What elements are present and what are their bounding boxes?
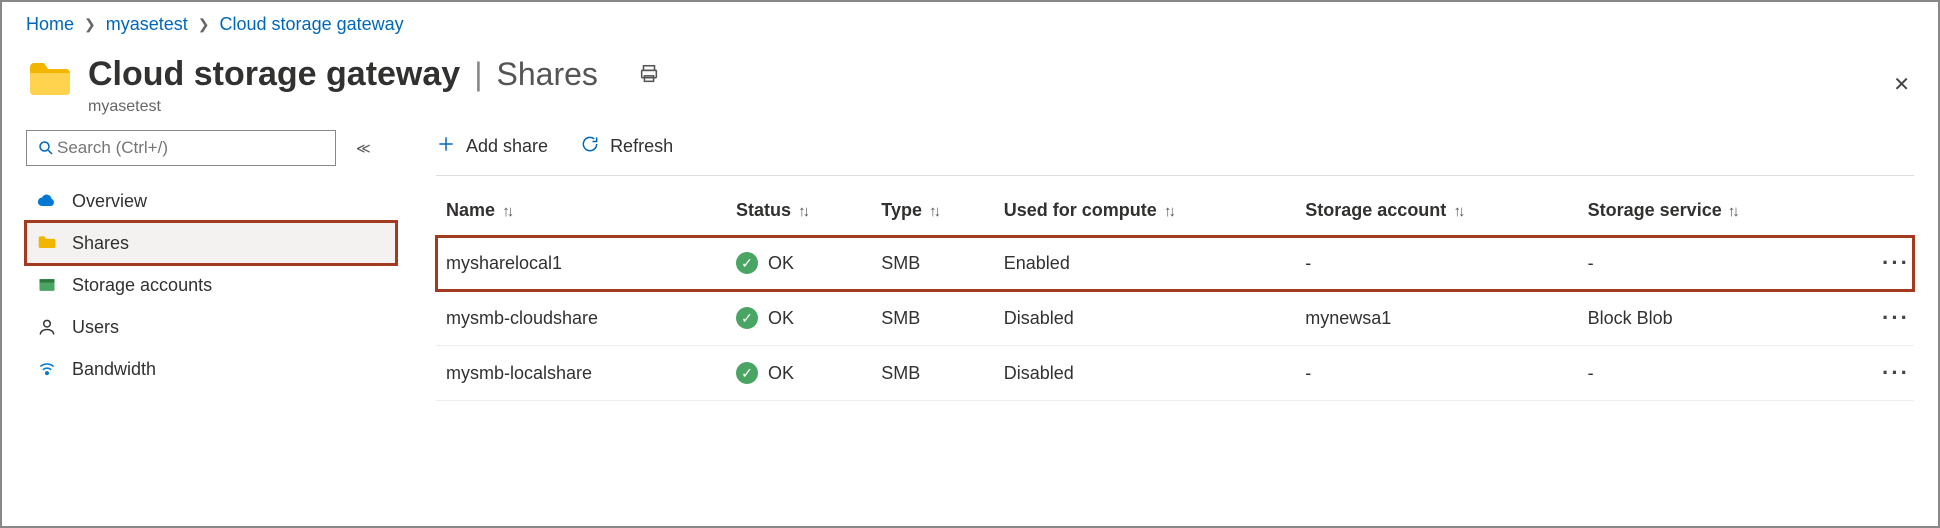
refresh-button[interactable]: Refresh <box>580 134 673 159</box>
sort-icon: ↑↓ <box>928 203 938 220</box>
cell-service: Block Blob <box>1578 291 1847 346</box>
cell-service: - <box>1578 346 1847 401</box>
page-subtitle: myasetest <box>88 98 660 116</box>
bandwidth-icon <box>36 358 58 380</box>
chevron-right-icon: ❯ <box>198 16 210 33</box>
cell-compute: Enabled <box>994 236 1296 291</box>
search-input[interactable] <box>26 130 336 166</box>
cell-account: - <box>1295 346 1577 401</box>
col-compute[interactable]: Used for compute ↑↓ <box>994 186 1296 236</box>
sort-icon: ↑↓ <box>1163 203 1173 220</box>
check-icon: ✓ <box>736 252 758 274</box>
table-row[interactable]: mysharelocal1 ✓ OK SMB Enabled - - ··· <box>436 236 1914 291</box>
sort-icon: ↑↓ <box>797 203 807 220</box>
add-share-button[interactable]: Add share <box>436 134 548 159</box>
row-actions-icon[interactable]: ··· <box>1847 346 1914 401</box>
breadcrumb-home[interactable]: Home <box>26 14 74 35</box>
cell-status: OK <box>768 363 794 384</box>
cell-account: mynewsa1 <box>1295 291 1577 346</box>
cell-name[interactable]: mysmb-cloudshare <box>436 291 726 346</box>
sidebar-item-label: Storage accounts <box>72 275 212 296</box>
table-row[interactable]: mysmb-localshare ✓ OK SMB Disabled - - ··… <box>436 346 1914 401</box>
cell-status: OK <box>768 253 794 274</box>
page-title: Cloud storage gateway <box>88 55 460 94</box>
search-icon <box>37 139 55 157</box>
sidebar-item-overview[interactable]: Overview <box>26 180 396 222</box>
print-icon[interactable] <box>638 63 660 90</box>
cell-compute: Disabled <box>994 291 1296 346</box>
sort-icon: ↑↓ <box>1452 203 1462 220</box>
cell-type: SMB <box>871 291 993 346</box>
col-name[interactable]: Name ↑↓ <box>436 186 726 236</box>
table-row[interactable]: mysmb-cloudshare ✓ OK SMB Disabled mynews… <box>436 291 1914 346</box>
cell-service: - <box>1578 236 1847 291</box>
sidebar-item-users[interactable]: Users <box>26 306 396 348</box>
breadcrumb-service[interactable]: Cloud storage gateway <box>220 14 404 35</box>
refresh-icon <box>580 134 600 159</box>
sort-icon: ↑↓ <box>1728 203 1737 220</box>
col-type[interactable]: Type ↑↓ <box>871 186 993 236</box>
sidebar-item-label: Shares <box>72 233 129 254</box>
cell-account: - <box>1295 236 1577 291</box>
row-actions-icon[interactable]: ··· <box>1847 236 1914 291</box>
cell-status: OK <box>768 308 794 329</box>
col-service[interactable]: Storage service↑↓ <box>1578 186 1847 236</box>
sidebar-item-label: Users <box>72 317 119 338</box>
sort-icon: ↑↓ <box>501 203 511 220</box>
user-icon <box>36 316 58 338</box>
cell-name[interactable]: mysharelocal1 <box>436 236 726 291</box>
col-account[interactable]: Storage account ↑↓ <box>1295 186 1577 236</box>
sidebar-item-bandwidth[interactable]: Bandwidth <box>26 348 396 390</box>
sidebar-item-label: Bandwidth <box>72 359 156 380</box>
col-status[interactable]: Status ↑↓ <box>726 186 871 236</box>
check-icon: ✓ <box>736 307 758 329</box>
page-section: Shares <box>497 56 598 93</box>
sidebar-item-shares[interactable]: Shares <box>26 222 396 264</box>
folder-icon <box>36 232 58 254</box>
storage-icon <box>36 274 58 296</box>
row-actions-icon[interactable]: ··· <box>1847 291 1914 346</box>
cell-type: SMB <box>871 346 993 401</box>
breadcrumb: Home ❯ myasetest ❯ Cloud storage gateway <box>26 12 1914 45</box>
collapse-sidebar-icon[interactable]: ≪ <box>356 140 371 157</box>
cloud-icon <box>36 190 58 212</box>
cell-name[interactable]: mysmb-localshare <box>436 346 726 401</box>
folder-icon <box>26 55 74 103</box>
sidebar-item-storage-accounts[interactable]: Storage accounts <box>26 264 396 306</box>
shares-table: Name ↑↓ Status ↑↓ Type ↑↓ Used for compu… <box>436 186 1914 401</box>
chevron-right-icon: ❯ <box>84 16 96 33</box>
check-icon: ✓ <box>736 362 758 384</box>
cell-compute: Disabled <box>994 346 1296 401</box>
breadcrumb-resource[interactable]: myasetest <box>106 14 188 35</box>
cell-type: SMB <box>871 236 993 291</box>
plus-icon <box>436 134 456 159</box>
close-icon[interactable]: ✕ <box>1893 72 1910 97</box>
sidebar-item-label: Overview <box>72 191 147 212</box>
